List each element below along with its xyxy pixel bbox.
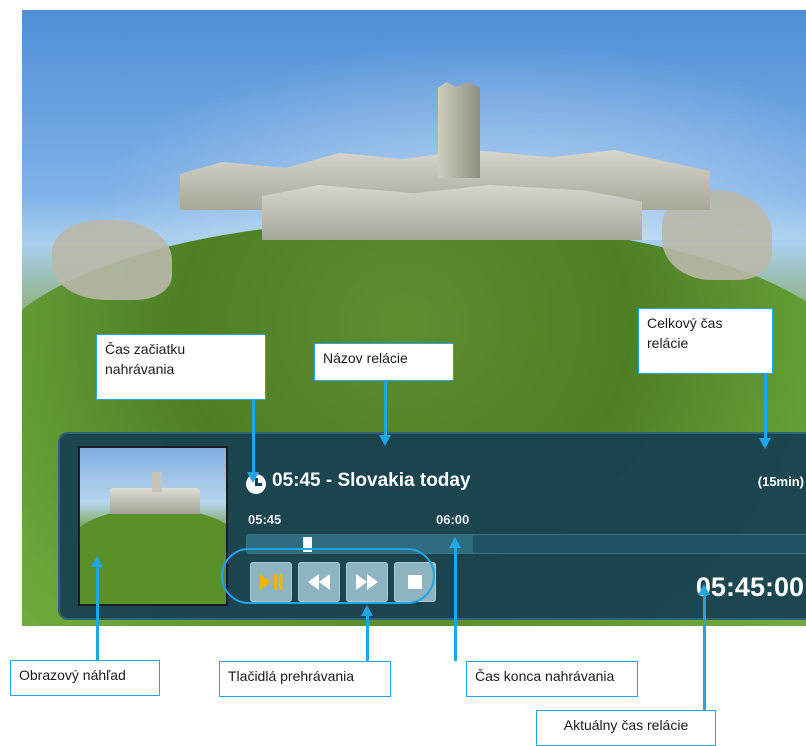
callout-program-title: Názov relácie <box>314 343 454 381</box>
callout-thumbnail: Obrazový náhľad <box>10 660 160 696</box>
castle-tower <box>438 82 480 178</box>
callout-arrow <box>379 435 391 446</box>
callout-line <box>366 616 369 661</box>
callout-arrow <box>361 605 373 616</box>
rock-left <box>52 220 172 300</box>
video-thumbnail <box>78 446 228 606</box>
callout-arrow <box>449 537 461 548</box>
current-time: 05:45:00 <box>695 572 804 602</box>
callout-arrow <box>698 584 710 595</box>
callout-start-time: Čas začiatku nahrávania <box>96 334 266 400</box>
callout-total-time: Celkový čas relácie <box>638 308 773 374</box>
callout-line <box>454 548 457 661</box>
callout-line <box>703 595 706 710</box>
callout-line <box>252 400 255 472</box>
recording-start-time: 05:45 <box>248 512 282 527</box>
callout-arrow <box>91 556 103 567</box>
recording-end-time: 06:00 <box>436 512 470 527</box>
callout-line <box>764 374 767 438</box>
program-title: 05:45 - Slovakia today <box>272 470 471 491</box>
callout-line <box>96 567 99 660</box>
callout-arrow <box>759 438 771 449</box>
callout-current-time: Aktuálny čas relácie <box>536 710 716 746</box>
callout-line <box>384 381 387 435</box>
playback-osd: 05:45 - Slovakia today (15min) 05:45 06:… <box>58 432 806 620</box>
callout-playback-buttons: Tlačidlá prehrávania <box>219 661 391 697</box>
castle-lower <box>262 185 642 240</box>
callout-arrow <box>247 472 259 483</box>
callout-end-time: Čas konca nahrávania <box>466 661 638 697</box>
controls-highlight-ring <box>221 548 435 604</box>
program-duration: (15min) <box>757 474 804 489</box>
